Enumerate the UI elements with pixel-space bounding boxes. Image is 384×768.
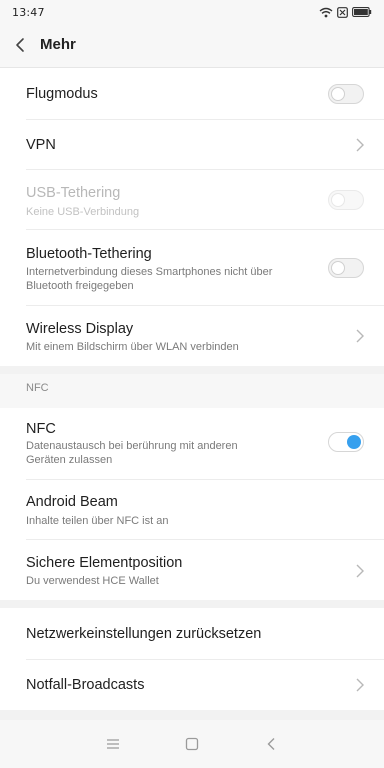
chevron-right-icon (356, 138, 364, 152)
wifi-icon (319, 7, 333, 17)
setting-wireless-display[interactable]: Wireless Display Mit einem Bildschirm üb… (0, 306, 384, 366)
setting-usb-tethering[interactable]: USB-Tethering Keine USB-Verbindung (0, 170, 384, 230)
setting-label: Netzwerkeinstellungen zurücksetzen (26, 626, 262, 642)
chevron-right-icon (356, 329, 364, 343)
nfc-toggle[interactable] (328, 432, 364, 452)
setting-subtitle: Internetverbindung dieses Smartphones ni… (26, 266, 273, 292)
setting-android-beam[interactable]: Android Beam Inhalte teilen über NFC ist… (0, 480, 384, 540)
toggle-knob (331, 261, 345, 275)
setting-nfc[interactable]: NFC Datenaustausch bei berührung mit and… (0, 408, 384, 480)
setting-network-reset[interactable]: Netzwerkeinstellungen zurücksetzen (0, 608, 384, 660)
toggle-knob (347, 435, 361, 449)
home-icon[interactable] (184, 736, 200, 752)
setting-subtitle: Inhalte teilen über NFC ist an (26, 515, 169, 527)
back-nav-icon[interactable] (264, 736, 280, 752)
setting-label: Bluetooth-Tethering (26, 246, 152, 262)
setting-label: Flugmodus (26, 86, 98, 102)
menu-icon[interactable] (105, 736, 121, 752)
bluetooth-tethering-toggle[interactable] (328, 258, 364, 278)
setting-vpn[interactable]: VPN (0, 120, 384, 170)
status-icons (319, 5, 372, 19)
section-header-label: NFC (26, 382, 49, 394)
status-bar: 13:47 (0, 0, 384, 24)
setting-subtitle: Du verwendest HCE Wallet (26, 575, 159, 587)
setting-subtitle: Keine USB-Verbindung (26, 206, 140, 218)
sim-icon (337, 6, 348, 18)
setting-label: USB-Tethering (26, 185, 121, 201)
chevron-right-icon (356, 564, 364, 578)
setting-label: NFC (26, 421, 56, 437)
chevron-right-icon (356, 678, 364, 692)
setting-emergency-broadcasts[interactable]: Notfall-Broadcasts (0, 660, 384, 710)
setting-label: Notfall-Broadcasts (26, 677, 145, 693)
toggle-knob (331, 193, 345, 207)
section-header-nfc: NFC (0, 366, 384, 408)
setting-flugmodus[interactable]: Flugmodus (0, 68, 384, 120)
setting-subtitle: Datenaustausch bei berührung mit anderen… (26, 440, 238, 466)
setting-label: Android Beam (26, 494, 118, 510)
setting-label: Wireless Display (26, 321, 134, 337)
back-icon[interactable] (12, 36, 30, 54)
status-time: 13:47 (12, 6, 45, 19)
toggle-knob (331, 87, 345, 101)
flugmodus-toggle[interactable] (328, 84, 364, 104)
section-gap (0, 600, 384, 608)
setting-secure-element[interactable]: Sichere Elementposition Du verwendest HC… (0, 540, 384, 600)
setting-label: VPN (26, 137, 56, 153)
bottom-gap (0, 710, 384, 720)
setting-label: Sichere Elementposition (26, 555, 183, 571)
setting-subtitle: Mit einem Bildschirm über WLAN verbinden (26, 341, 239, 353)
battery-icon (352, 7, 372, 17)
app-bar: Mehr (0, 24, 384, 68)
setting-bluetooth-tethering[interactable]: Bluetooth-Tethering Internetverbindung d… (0, 230, 384, 306)
usb-tethering-toggle[interactable] (328, 190, 364, 210)
navigation-bar (0, 720, 384, 768)
page-title: Mehr (40, 36, 76, 53)
